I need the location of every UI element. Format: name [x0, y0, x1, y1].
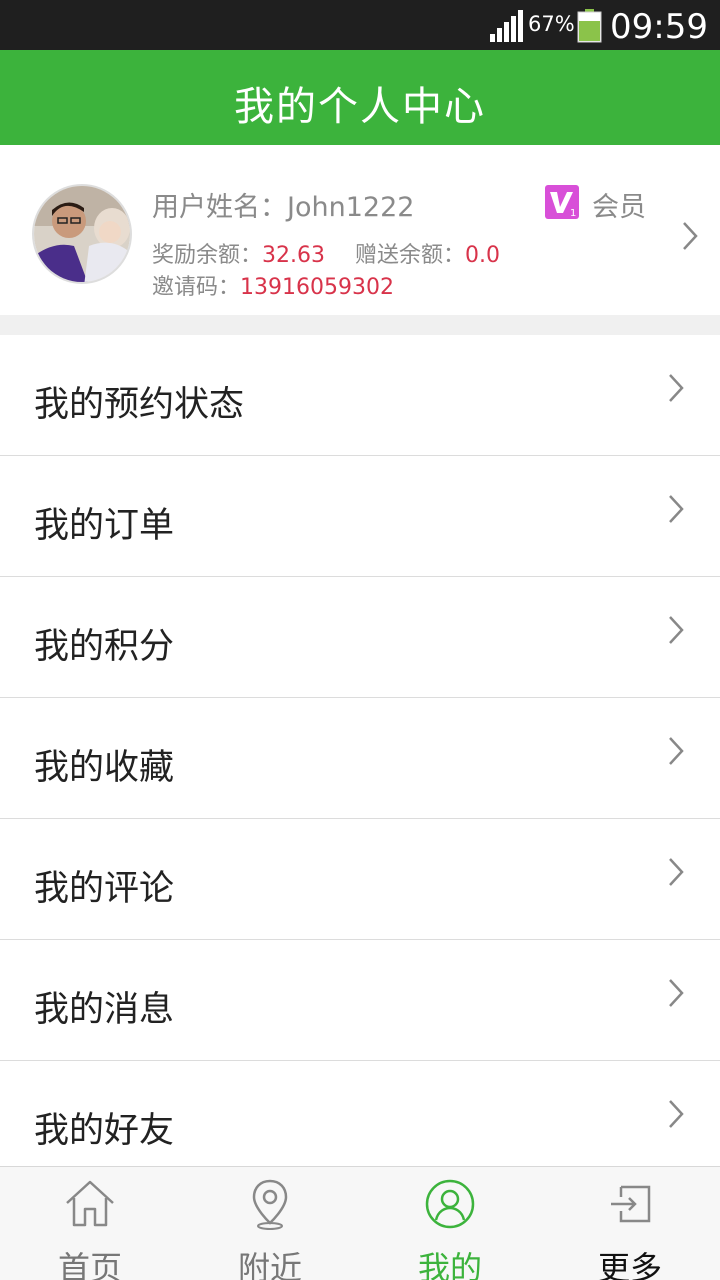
balance-row: 奖励余额：32.63 赠送余额：0.0	[152, 237, 500, 269]
signal-icon	[490, 10, 523, 42]
menu-item-label: 我的积分	[34, 627, 175, 667]
menu-item-label: 我的收藏	[34, 748, 175, 788]
tab-label: 首页	[57, 1249, 122, 1280]
menu-item-label: 我的好友	[34, 1111, 175, 1151]
app-header: 我的个人中心	[0, 50, 720, 145]
menu-item-points[interactable]: 我的积分	[0, 577, 720, 698]
reward-label: 奖励余额：	[152, 243, 263, 268]
avatar-photo	[34, 186, 130, 282]
menu-item-label: 我的订单	[34, 506, 175, 546]
menu-item-comments[interactable]: 我的评论	[0, 819, 720, 940]
menu-item-orders[interactable]: 我的订单	[0, 456, 720, 577]
username-row: 用户姓名：John1222	[152, 185, 414, 224]
vip-badge-icon: 1	[545, 185, 579, 219]
menu-item-label: 我的评论	[34, 869, 175, 909]
member-label: 会员	[592, 192, 646, 223]
chevron-right-icon	[669, 737, 684, 765]
battery-percent: 67%	[528, 12, 575, 36]
invite-code: 13916059302	[240, 275, 394, 300]
battery-icon	[577, 9, 602, 43]
user-circle-icon	[425, 1179, 475, 1229]
username-label: 用户姓名：	[152, 192, 287, 223]
chevron-right-icon	[669, 858, 684, 886]
avatar[interactable]	[32, 184, 132, 284]
status-bar: 67% 09:59	[0, 0, 720, 50]
menu-item-favorites[interactable]: 我的收藏	[0, 698, 720, 819]
chevron-right-icon	[669, 495, 684, 523]
gift-value: 0.0	[465, 243, 501, 268]
invite-label: 邀请码：	[152, 275, 241, 300]
profile-card[interactable]: 用户姓名：John1222 1 会员 奖励余额：32.63 赠送余额：0.0 邀…	[0, 145, 720, 315]
username: John1222	[287, 192, 415, 223]
tab-mine[interactable]: 我的	[360, 1167, 540, 1280]
tab-more[interactable]: 更多	[540, 1167, 720, 1280]
menu-list: 我的预约状态 我的订单 我的积分 我的收藏 我的评论 我的消息 我的好友	[0, 335, 720, 1182]
tab-label: 我的	[417, 1249, 482, 1280]
page-title: 我的个人中心	[234, 84, 486, 130]
tab-label: 更多	[597, 1249, 662, 1280]
chevron-right-icon	[669, 616, 684, 644]
clock: 09:59	[610, 7, 708, 47]
tab-home[interactable]: 首页	[0, 1167, 180, 1280]
chevron-right-icon	[683, 222, 698, 250]
invite-row: 邀请码：13916059302	[152, 269, 394, 301]
reward-value: 32.63	[262, 243, 325, 268]
tab-label: 附近	[237, 1249, 302, 1280]
chevron-right-icon	[669, 1100, 684, 1128]
tab-nearby[interactable]: 附近	[180, 1167, 360, 1280]
svg-text:1: 1	[570, 208, 576, 219]
menu-item-friends[interactable]: 我的好友	[0, 1061, 720, 1182]
location-pin-icon	[252, 1179, 288, 1230]
menu-item-appointment-status[interactable]: 我的预约状态	[0, 335, 720, 456]
menu-item-label: 我的预约状态	[34, 385, 245, 425]
chevron-right-icon	[669, 979, 684, 1007]
menu-item-label: 我的消息	[34, 990, 175, 1030]
menu-item-messages[interactable]: 我的消息	[0, 940, 720, 1061]
gift-label: 赠送余额：	[355, 243, 466, 268]
chevron-right-icon	[669, 374, 684, 402]
home-icon	[66, 1180, 114, 1227]
login-icon	[611, 1185, 651, 1223]
bottom-tab-bar: 首页 附近 我的 更多	[0, 1166, 720, 1280]
